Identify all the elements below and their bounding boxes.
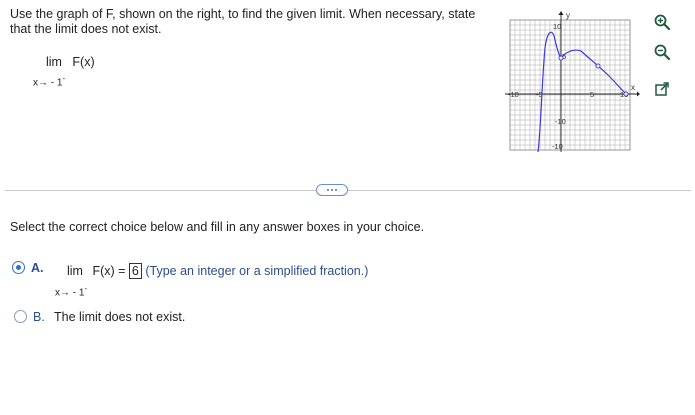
limit-expression: lim F(x) (46, 53, 95, 71)
tick-label-y-neg5: -10 (555, 117, 566, 126)
option-a-hint: (Type an integer or a simplified fractio… (145, 264, 369, 278)
option-b-letter: B. (33, 310, 45, 324)
option-a-letter: A. (31, 261, 44, 275)
limit-word: lim (46, 55, 62, 69)
tick-label-y-10: 10 (553, 22, 561, 31)
limit-subscript-sign: - (62, 74, 66, 83)
open-point-c (623, 91, 629, 97)
curve-right-piece (580, 50, 627, 95)
option-a-subscript: x→ - 1- (55, 284, 87, 298)
x-axis-label: x (631, 83, 635, 92)
limit-subscript-text: x→ - 1 (33, 77, 63, 89)
y-axis-arrow (558, 11, 564, 15)
more-button[interactable] (316, 184, 348, 196)
popout-button[interactable] (652, 79, 672, 99)
instructions-text: Select the correct choice below and fill… (10, 220, 425, 234)
y-axis-label: y (566, 11, 570, 20)
question-prompt: Use the graph of F, shown on the right, … (10, 7, 476, 36)
answer-box[interactable]: 6 (128, 263, 142, 279)
limit-subscript: x→ - 1- (33, 74, 65, 88)
tick-label-y-neg10: -10 (552, 142, 563, 151)
option-b-text: The limit does not exist. (54, 310, 186, 324)
popout-icon (655, 82, 669, 96)
graph-grid (509, 19, 631, 151)
zoom-in-button[interactable] (652, 12, 672, 32)
tick-label-x-5: 5 (590, 90, 594, 99)
zoom-out-icon (654, 44, 671, 61)
tick-label-x-neg10: -10 (508, 90, 519, 99)
option-a-lim-word: lim (67, 264, 83, 278)
open-point-a (558, 55, 564, 61)
option-a-limit: lim F(x) = 6 (Type an integer or a simpl… (67, 263, 368, 279)
zoom-in-icon (654, 14, 671, 31)
option-b-radio[interactable] (14, 310, 27, 323)
open-point-b (595, 63, 601, 69)
option-a-radio[interactable] (12, 261, 25, 274)
x-axis-arrow (637, 91, 640, 97)
zoom-out-button[interactable] (652, 42, 672, 62)
function-graph: y x 10 -10 -5 5 10 5 -10 -10 (505, 11, 640, 152)
more-dot (326, 189, 329, 191)
more-dot (331, 189, 333, 191)
section-divider (5, 190, 691, 191)
limit-function: F(x) (72, 55, 95, 69)
option-a-subscript-sign: - (84, 284, 88, 293)
option-a-subscript-text: x→ - 1 (55, 287, 85, 299)
option-a-function: F(x) = (92, 264, 126, 278)
more-dot (335, 189, 338, 191)
